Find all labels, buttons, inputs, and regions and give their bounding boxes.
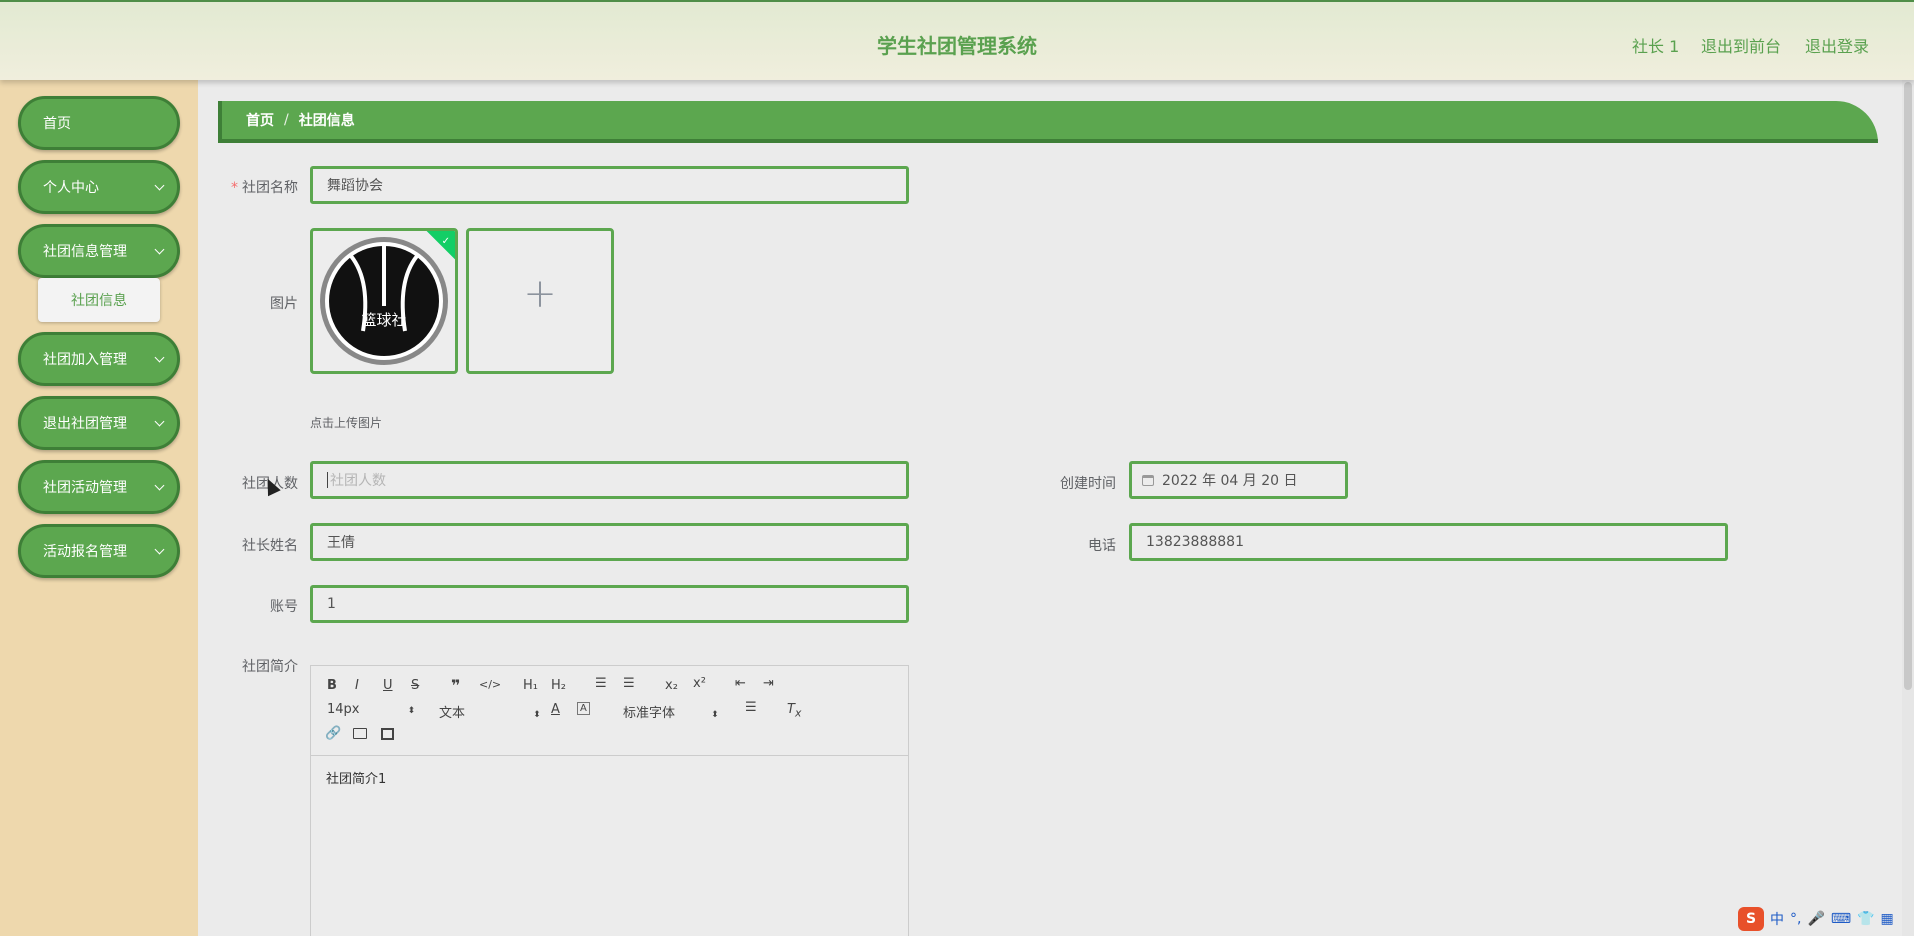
required-mark: * [231, 180, 238, 196]
image-label: 图片 [270, 296, 298, 312]
code-icon[interactable]: </> [479, 678, 501, 691]
plus-icon: + [523, 271, 557, 317]
sogou-logo-icon[interactable]: S [1738, 907, 1764, 931]
background-color-icon[interactable]: A [577, 702, 590, 715]
member-count-input[interactable]: 社团人数 [310, 461, 909, 499]
sidebar: 首页 个人中心 社团信息管理 社团信息 社团加入管理 退出社团管理 社团活动管理… [0, 80, 198, 936]
select-arrows-icon: ⬍ [533, 710, 541, 720]
upload-button[interactable]: + [466, 228, 614, 374]
select-arrows-icon: ⬍ [711, 710, 719, 720]
grid-icon[interactable]: ▦ [1881, 911, 1894, 927]
created-time-picker[interactable]: 2022 年 04 月 20 日 [1129, 461, 1348, 499]
font-size-select[interactable]: 14px ⬍ [327, 702, 415, 717]
h2-icon[interactable]: H₂ [551, 678, 566, 693]
font-color-icon[interactable]: A [551, 702, 560, 717]
member-count-label: 社团人数 [242, 476, 298, 492]
sidebar-item-activity[interactable]: 社团活动管理 [18, 460, 180, 514]
sidebar-item-join[interactable]: 社团加入管理 [18, 332, 180, 386]
scrollbar-thumb[interactable] [1904, 82, 1912, 690]
breadcrumb-separator: / [284, 112, 289, 128]
logo-text: 篮球社 [361, 311, 406, 329]
club-name-input[interactable]: 舞蹈协会 [310, 166, 909, 204]
skin-icon[interactable]: 👕 [1857, 911, 1874, 927]
breadcrumb-current: 社团信息 [298, 113, 355, 129]
sidebar-item-quit[interactable]: 退出社团管理 [18, 396, 180, 450]
phone-label: 电话 [1088, 538, 1116, 554]
bold-icon[interactable]: B [327, 678, 337, 693]
superscript-icon[interactable]: x² [693, 676, 706, 691]
chevron-down-icon [154, 416, 165, 427]
logout-link[interactable]: 退出登录 [1805, 33, 1869, 57]
ime-toolbar: S 中 °, 🎤 ⌨ 👕 ▦ [1738, 902, 1914, 936]
chevron-down-icon [154, 180, 165, 191]
calendar-icon [1142, 474, 1154, 486]
user-link[interactable]: 社长 1 [1632, 33, 1679, 57]
keyboard-icon[interactable]: ⌨ [1831, 911, 1851, 927]
h1-icon[interactable]: H₁ [523, 678, 538, 693]
font-family-select[interactable]: 标准字体 ⬍ [623, 702, 719, 721]
punctuation-icon[interactable]: °, [1790, 911, 1801, 927]
exit-to-front-link[interactable]: 退出到前台 [1701, 33, 1781, 57]
sidebar-item-label: 首页 [43, 116, 71, 132]
align-icon[interactable]: ☰ [745, 700, 757, 715]
rich-text-editor: B I U S ❞ </> H₁ H₂ ☰ ☰ x₂ x² ⇤ ⇥ 14px ⬍… [310, 665, 909, 936]
outdent-icon[interactable]: ⇤ [735, 676, 746, 691]
sidebar-item-label: 活动报名管理 [43, 544, 127, 560]
breadcrumb: 首页 / 社团信息 [218, 101, 1878, 143]
strike-icon[interactable]: S [411, 678, 419, 693]
leader-name-label: 社长姓名 [242, 538, 298, 554]
intro-label: 社团简介 [242, 659, 298, 675]
check-icon: ✓ [441, 236, 450, 247]
chevron-down-icon [154, 544, 165, 555]
account-label: 账号 [270, 599, 298, 615]
basketball-club-logo: 篮球社 [320, 237, 448, 365]
indent-icon[interactable]: ⇥ [763, 676, 774, 691]
app-title: 学生社团管理系统 [877, 34, 1037, 58]
created-time-label: 创建时间 [1060, 476, 1116, 492]
text-type-select[interactable]: 文本 ⬍ [439, 702, 541, 721]
bullet-list-icon[interactable]: ☰ [623, 676, 635, 691]
uploaded-image[interactable]: 篮球社 ✓ [310, 228, 458, 374]
editor-content[interactable]: 社团简介1 [311, 756, 908, 799]
subscript-icon[interactable]: x₂ [665, 678, 678, 693]
ime-lang[interactable]: 中 [1770, 909, 1784, 929]
sidebar-item-signup[interactable]: 活动报名管理 [18, 524, 180, 578]
sidebar-item-label: 退出社团管理 [43, 416, 127, 432]
chevron-down-icon [154, 480, 165, 491]
sidebar-item-personal[interactable]: 个人中心 [18, 160, 180, 214]
clear-format-icon[interactable]: Tx [787, 702, 801, 720]
link-icon[interactable]: 🔗 [325, 726, 341, 741]
chevron-down-icon [154, 352, 165, 363]
club-name-label: * 社团名称 [231, 180, 298, 196]
microphone-icon[interactable]: 🎤 [1807, 911, 1824, 927]
scrollbar[interactable] [1902, 80, 1914, 936]
select-arrows-icon: ⬍ [407, 706, 416, 716]
sidebar-item-label: 个人中心 [43, 180, 99, 196]
account-input[interactable]: 1 [310, 585, 909, 623]
video-icon[interactable] [381, 728, 394, 740]
text-caret [327, 472, 328, 488]
chevron-down-icon [154, 244, 165, 255]
upload-hint: 点击上传图片 [310, 416, 383, 430]
sidebar-item-label: 社团信息管理 [43, 244, 127, 260]
sidebar-item-club-info[interactable]: 社团信息管理 [18, 224, 180, 278]
editor-toolbar: B I U S ❞ </> H₁ H₂ ☰ ☰ x₂ x² ⇤ ⇥ 14px ⬍… [311, 666, 908, 756]
sidebar-item-label: 社团加入管理 [43, 352, 127, 368]
sidebar-item-label: 社团活动管理 [43, 480, 127, 496]
image-icon[interactable] [353, 728, 367, 739]
ordered-list-icon[interactable]: ☰ [595, 676, 607, 691]
sidebar-subitem-club-info[interactable]: 社团信息 [38, 278, 160, 322]
sidebar-item-home[interactable]: 首页 [18, 96, 180, 150]
italic-icon[interactable]: I [355, 678, 359, 693]
leader-name-input[interactable]: 王倩 [310, 523, 909, 561]
top-header: 学生社团管理系统 社长 1 退出到前台 退出登录 [0, 0, 1914, 80]
breadcrumb-home[interactable]: 首页 [246, 110, 274, 130]
phone-input[interactable]: 13823888881 [1129, 523, 1728, 561]
underline-icon[interactable]: U [383, 678, 393, 693]
quote-icon[interactable]: ❞ [451, 676, 460, 695]
